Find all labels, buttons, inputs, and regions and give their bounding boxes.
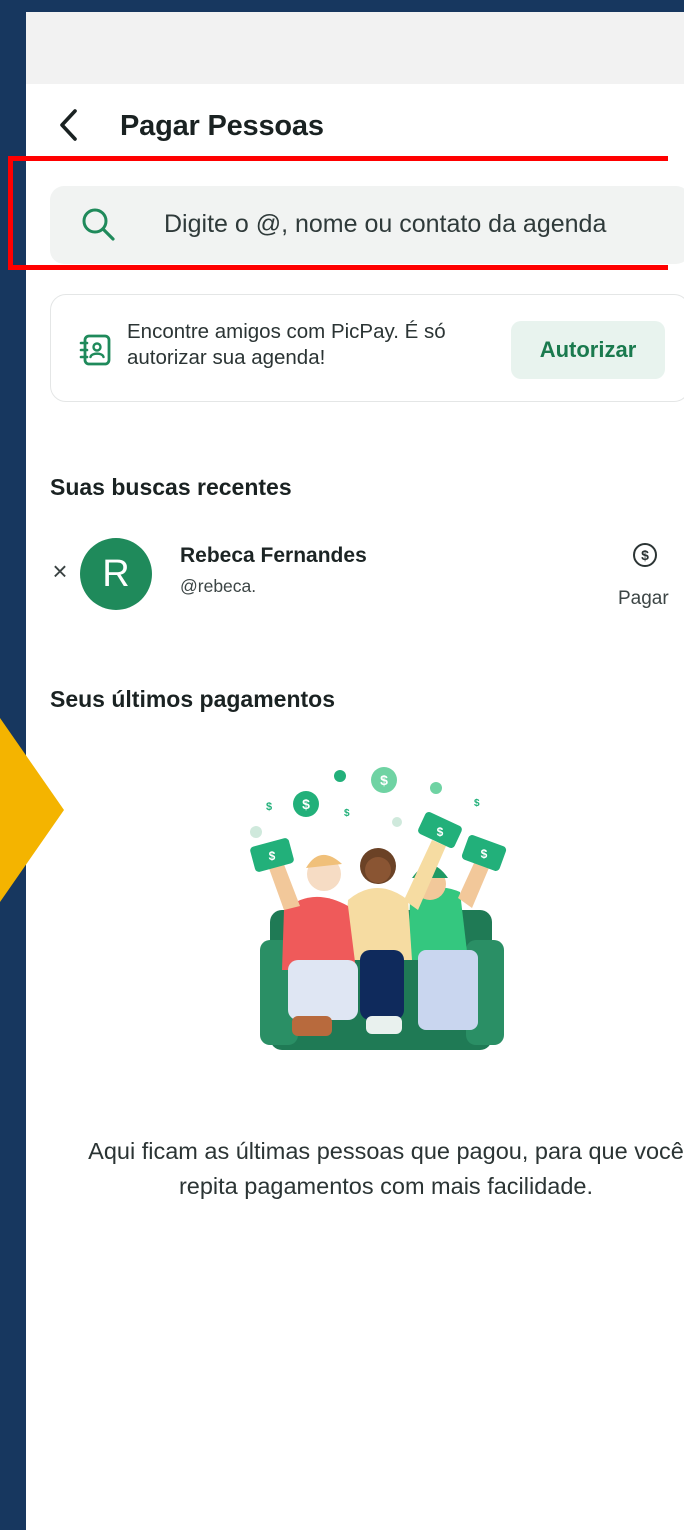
pay-button[interactable]: $ Pagar xyxy=(612,542,676,612)
last-payments-title: Seus últimos pagamentos xyxy=(50,686,336,712)
recent-search-item[interactable]: × R Rebeca Fernandes @rebeca. $ Pagar xyxy=(26,532,684,622)
avatar: R xyxy=(80,538,152,610)
pointer-arrow xyxy=(0,718,64,902)
empty-payments-message: Aqui ficam as últimas pessoas que pagou,… xyxy=(88,1138,684,1199)
recent-contact-handle: @rebeca. xyxy=(180,576,257,596)
people-with-money-illustration: $ $ $ $ $ $ $ $ xyxy=(250,767,507,1050)
recent-contact-name: Rebeca Fernandes xyxy=(180,544,367,567)
svg-text:$: $ xyxy=(302,796,310,812)
dollar-circle-icon: $ xyxy=(633,543,657,567)
background-top xyxy=(0,0,684,12)
search-highlight-box xyxy=(8,156,668,270)
svg-text:$: $ xyxy=(266,801,272,813)
page-title: Pagar Pessoas xyxy=(120,110,324,142)
back-button[interactable] xyxy=(52,108,86,142)
svg-text:$: $ xyxy=(344,808,350,819)
contacts-banner-text: Encontre amigos com PicPay. É só autoriz… xyxy=(127,320,446,369)
chevron-left-icon xyxy=(60,109,77,141)
pay-label: Pagar xyxy=(618,588,669,609)
contact-book-icon xyxy=(79,334,111,366)
status-bar xyxy=(26,12,684,84)
svg-text:$: $ xyxy=(269,849,276,863)
recent-searches-title: Suas buscas recentes xyxy=(50,474,292,500)
page-header: Pagar Pessoas xyxy=(26,94,684,162)
svg-text:$: $ xyxy=(474,798,480,809)
authorize-button[interactable]: Autorizar xyxy=(511,321,665,379)
svg-text:$: $ xyxy=(437,825,444,839)
svg-text:$: $ xyxy=(641,547,649,563)
close-icon[interactable]: × xyxy=(48,556,72,586)
svg-text:$: $ xyxy=(380,772,388,788)
svg-text:$: $ xyxy=(481,847,488,861)
contacts-banner: Encontre amigos com PicPay. É só autoriz… xyxy=(50,294,684,402)
